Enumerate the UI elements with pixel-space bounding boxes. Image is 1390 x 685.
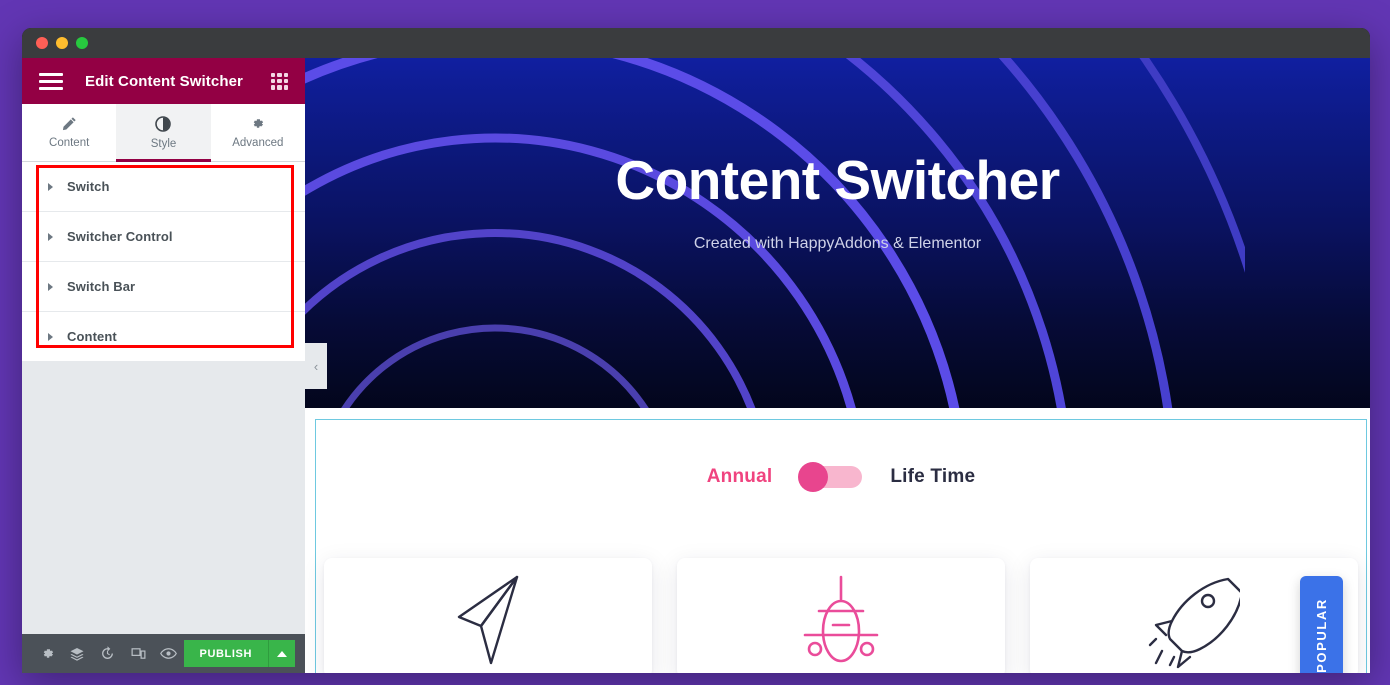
grid-apps-icon[interactable]: [271, 72, 288, 90]
window-close-button[interactable]: [36, 37, 48, 49]
settings-gear-icon[interactable]: [32, 634, 62, 673]
panel-sections: Switch Switcher Control Switch Bar Conte…: [22, 162, 305, 362]
chevron-right-icon: [48, 282, 53, 291]
pencil-icon: [62, 116, 77, 131]
pricing-cards: [316, 558, 1366, 673]
elementor-panel: Edit Content Switcher Content Style Adva…: [22, 58, 305, 673]
switcher-toggle-knob: [798, 462, 829, 492]
panel-header: Edit Content Switcher: [22, 58, 305, 104]
preview-eye-icon[interactable]: [153, 634, 183, 673]
panel-tabs: Content Style Advanced: [22, 104, 305, 162]
window-maximize-button[interactable]: [76, 37, 88, 49]
paper-plane-icon: [445, 573, 531, 673]
contrast-half-circle-icon: [155, 115, 172, 132]
tab-content-label: Content: [49, 137, 90, 149]
sidebar-section-switch[interactable]: Switch: [22, 162, 305, 212]
switcher-label-lifetime[interactable]: Life Time: [890, 466, 975, 488]
airplane-icon: [793, 573, 889, 673]
sidebar-section-content[interactable]: Content: [22, 312, 305, 362]
switcher-control-row: Annual Life Time: [316, 420, 1366, 492]
section-label: Switch: [67, 179, 110, 194]
chevron-right-icon: [48, 332, 53, 341]
switcher-label-annual[interactable]: Annual: [707, 466, 773, 488]
content-switcher-widget[interactable]: Annual Life Time: [315, 419, 1367, 673]
history-revisions-icon[interactable]: [93, 634, 123, 673]
popular-badge-label: POPULAR: [1314, 597, 1330, 673]
chevron-right-icon: [48, 232, 53, 241]
section-label: Content: [67, 329, 117, 344]
navigator-layers-icon[interactable]: [62, 634, 92, 673]
sidebar-section-switcher-control[interactable]: Switcher Control: [22, 212, 305, 262]
hero-section[interactable]: Content Switcher Created with HappyAddon…: [305, 58, 1370, 408]
panel-title: Edit Content Switcher: [85, 72, 243, 90]
tab-advanced-label: Advanced: [232, 137, 284, 149]
chevron-right-icon: [48, 182, 53, 191]
popular-badge: POPULAR: [1300, 576, 1343, 673]
screen-root: Edit Content Switcher Content Style Adva…: [0, 0, 1390, 685]
page-subtitle: Created with HappyAddons & Elementor: [693, 235, 982, 252]
panel-sections-body: Switch Switcher Control Switch Bar Conte…: [22, 162, 305, 634]
rocket-icon: [1148, 573, 1244, 673]
switcher-toggle[interactable]: [798, 462, 863, 492]
pricing-card[interactable]: [324, 558, 652, 673]
tab-content[interactable]: Content: [22, 104, 116, 161]
sidebar-section-switch-bar[interactable]: Switch Bar: [22, 262, 305, 312]
responsive-mode-icon[interactable]: [123, 634, 153, 673]
window-titlebar: [22, 28, 1370, 58]
editor-canvas: Content Switcher Created with HappyAddon…: [305, 58, 1370, 673]
section-label: Switch Bar: [67, 279, 136, 294]
hero-content: Content Switcher Created with HappyAddon…: [305, 153, 1370, 253]
gear-icon: [250, 116, 265, 131]
publish-button[interactable]: PUBLISH: [183, 640, 268, 667]
window-minimize-button[interactable]: [56, 37, 68, 49]
app-window: Edit Content Switcher Content Style Adva…: [22, 28, 1370, 673]
publish-options-caret-icon[interactable]: [268, 640, 295, 667]
tab-advanced[interactable]: Advanced: [211, 104, 305, 161]
tab-style[interactable]: Style: [116, 104, 211, 162]
page-title: Content Switcher: [615, 149, 1060, 211]
tab-style-label: Style: [150, 137, 177, 150]
panel-collapse-handle[interactable]: ‹: [305, 343, 327, 389]
publish-group: PUBLISH: [183, 640, 295, 667]
pricing-card[interactable]: [677, 558, 1005, 673]
panel-footer: PUBLISH: [22, 634, 305, 673]
section-label: Switcher Control: [67, 229, 173, 244]
